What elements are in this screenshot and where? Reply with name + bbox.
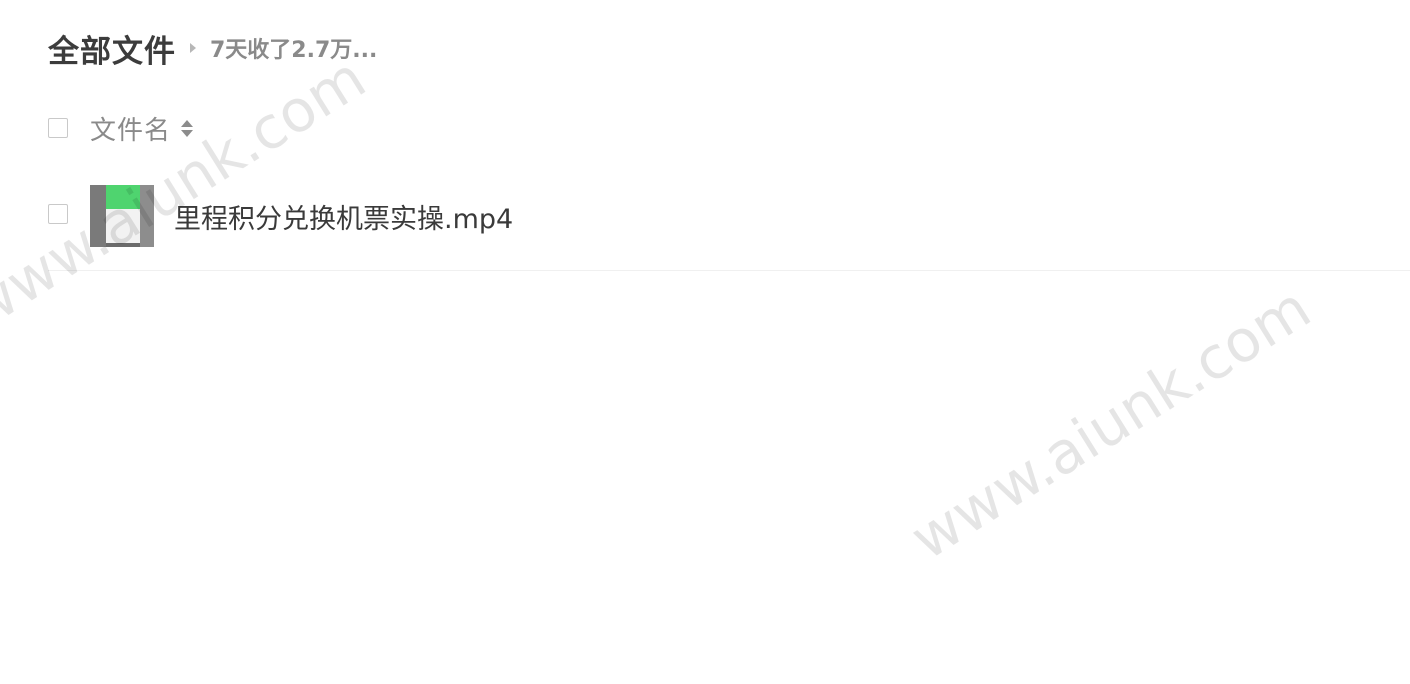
file-row[interactable]: 里程积分兑换机票实操.mp4 [48, 183, 1410, 271]
file-name[interactable]: 里程积分兑换机票实操.mp4 [174, 197, 513, 236]
breadcrumb-current-folder[interactable]: 7天收了2.7万... [210, 32, 377, 64]
watermark-text: www.aiunk.com [898, 273, 1323, 573]
select-all-checkbox[interactable] [48, 118, 68, 138]
file-list-header: 文件名 [48, 108, 194, 148]
breadcrumb: 全部文件 7天收了2.7万... [48, 26, 377, 71]
sort-icon[interactable] [181, 119, 194, 137]
video-thumbnail-icon[interactable] [90, 185, 154, 247]
file-row-checkbox[interactable] [48, 204, 68, 224]
breadcrumb-all-files[interactable]: 全部文件 [48, 26, 176, 71]
file-browser: 全部文件 7天收了2.7万... 文件名 里程积分兑换机票实操.mp4 www.… [0, 0, 1410, 684]
column-header-filename[interactable]: 文件名 [90, 110, 171, 147]
chevron-right-icon [190, 43, 196, 53]
